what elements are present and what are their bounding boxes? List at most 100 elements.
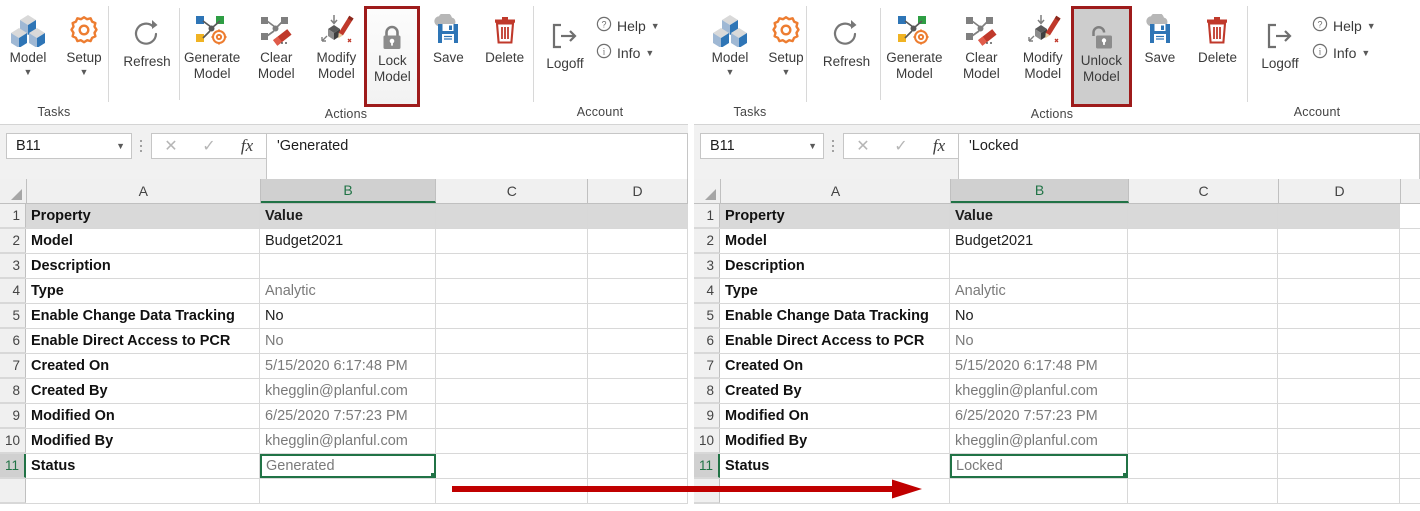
cell-blank-2[interactable] <box>436 479 588 503</box>
setup-button[interactable]: Setup ▼ <box>56 6 112 79</box>
cell-c3[interactable] <box>1128 254 1278 278</box>
chevron-down-icon[interactable]: ▼ <box>1361 48 1370 58</box>
generate-model-button[interactable]: Generate Model <box>881 6 948 84</box>
cell-b2[interactable]: Budget2021 <box>260 229 436 253</box>
setup-button[interactable]: Setup ▼ <box>758 6 814 79</box>
formula-input[interactable]: 'Generated <box>266 133 688 181</box>
refresh-button[interactable]: Refresh <box>115 6 179 72</box>
cell-d3[interactable] <box>588 254 688 278</box>
cell-blank-0[interactable] <box>720 479 950 503</box>
cell-a5[interactable]: Enable Change Data Tracking <box>720 304 950 328</box>
chevron-down-icon[interactable]: ▼ <box>1367 21 1376 31</box>
chevron-down-icon[interactable]: ▼ <box>726 67 735 77</box>
row-header-3[interactable]: 3 <box>694 254 720 278</box>
cell-a8[interactable]: Created By <box>26 379 260 403</box>
cell-c11[interactable] <box>1128 454 1278 478</box>
column-header-c[interactable]: C <box>1129 179 1279 203</box>
save-button[interactable]: Save <box>1132 6 1188 68</box>
row-header-9[interactable]: 9 <box>0 404 26 428</box>
cell-d5[interactable] <box>588 304 688 328</box>
cell-blank-1[interactable] <box>260 479 436 503</box>
select-all-corner[interactable] <box>0 179 27 203</box>
formula-bar-grip[interactable] <box>135 133 147 159</box>
row-header-5[interactable]: 5 <box>694 304 720 328</box>
name-box[interactable]: B11 ▼ <box>6 133 132 159</box>
cell-b6[interactable]: No <box>260 329 436 353</box>
cell-b7[interactable]: 5/15/2020 6:17:48 PM <box>260 354 436 378</box>
cell-d1[interactable] <box>1278 204 1400 228</box>
cell-b9[interactable]: 6/25/2020 7:57:23 PM <box>950 404 1128 428</box>
cell-c5[interactable] <box>436 304 588 328</box>
cell-a9[interactable]: Modified On <box>26 404 260 428</box>
row-header-10[interactable]: 10 <box>694 429 720 453</box>
modify-model-button[interactable]: Modify Model <box>1015 6 1071 84</box>
column-header-b[interactable]: B <box>951 179 1129 203</box>
cell-b9[interactable]: 6/25/2020 7:57:23 PM <box>260 404 436 428</box>
cell-b3[interactable] <box>950 254 1128 278</box>
cell-b3[interactable] <box>260 254 436 278</box>
column-header-a[interactable]: A <box>721 179 951 203</box>
cell-d2[interactable] <box>1278 229 1400 253</box>
cell-a10[interactable]: Modified By <box>720 429 950 453</box>
enter-icon[interactable]: ✓ <box>882 136 920 156</box>
cell-d11[interactable] <box>1278 454 1400 478</box>
chevron-down-icon[interactable]: ▼ <box>651 21 660 31</box>
name-box[interactable]: B11 ▼ <box>700 133 824 159</box>
cell-b10[interactable]: khegglin@planful.com <box>950 429 1128 453</box>
row-header-blank[interactable] <box>0 479 26 503</box>
cell-c11[interactable] <box>436 454 588 478</box>
cell-d4[interactable] <box>1278 279 1400 303</box>
cell-a4[interactable]: Type <box>26 279 260 303</box>
select-all-corner[interactable] <box>694 179 721 203</box>
cell-d7[interactable] <box>588 354 688 378</box>
cell-d6[interactable] <box>588 329 688 353</box>
row-header-10[interactable]: 10 <box>0 429 26 453</box>
cell-c8[interactable] <box>1128 379 1278 403</box>
modify-model-button[interactable]: Modify Model <box>308 6 364 84</box>
lock-model-button[interactable]: Lock Model <box>364 6 421 107</box>
chevron-down-icon[interactable]: ▼ <box>808 141 817 151</box>
cell-d9[interactable] <box>1278 404 1400 428</box>
row-header-8[interactable]: 8 <box>694 379 720 403</box>
row-header-9[interactable]: 9 <box>694 404 720 428</box>
cell-b8[interactable]: khegglin@planful.com <box>260 379 436 403</box>
generate-model-button[interactable]: Generate Model <box>180 6 244 84</box>
help-link[interactable]: ? Help ▼ <box>1312 16 1376 35</box>
info-link[interactable]: i Info ▼ <box>596 43 660 62</box>
cell-c10[interactable] <box>1128 429 1278 453</box>
selected-cell-b11[interactable]: Generated <box>260 454 436 478</box>
cell-c7[interactable] <box>436 354 588 378</box>
row-header-3[interactable]: 3 <box>0 254 26 278</box>
cell-c6[interactable] <box>436 329 588 353</box>
row-header-2[interactable]: 2 <box>694 229 720 253</box>
delete-button[interactable]: Delete <box>1188 6 1247 68</box>
chevron-down-icon[interactable]: ▼ <box>24 67 33 77</box>
cell-d11[interactable] <box>588 454 688 478</box>
cell-a6[interactable]: Enable Direct Access to PCR <box>720 329 950 353</box>
refresh-button[interactable]: Refresh <box>813 6 880 72</box>
cell-b4[interactable]: Analytic <box>950 279 1128 303</box>
cancel-icon[interactable]: ✕ <box>844 136 882 156</box>
clear-model-button[interactable]: Clear Model <box>948 6 1015 84</box>
info-link[interactable]: i Info ▼ <box>1312 43 1376 62</box>
cell-c3[interactable] <box>436 254 588 278</box>
column-header-c[interactable]: C <box>436 179 589 203</box>
clear-model-button[interactable]: Clear Model <box>244 6 308 84</box>
row-header-4[interactable]: 4 <box>0 279 26 303</box>
chevron-down-icon[interactable]: ▼ <box>80 67 89 77</box>
chevron-down-icon[interactable]: ▼ <box>645 48 654 58</box>
cell-b8[interactable]: khegglin@planful.com <box>950 379 1128 403</box>
cell-a7[interactable]: Created On <box>26 354 260 378</box>
column-header-d[interactable]: D <box>1279 179 1401 203</box>
cell-c4[interactable] <box>1128 279 1278 303</box>
row-header-8[interactable]: 8 <box>0 379 26 403</box>
cell-a1[interactable]: Property <box>26 204 260 228</box>
cell-a2[interactable]: Model <box>720 229 950 253</box>
model-button[interactable]: Model ▼ <box>702 6 758 79</box>
save-button[interactable]: Save <box>420 6 476 68</box>
cell-d3[interactable] <box>1278 254 1400 278</box>
cell-a8[interactable]: Created By <box>720 379 950 403</box>
cell-d10[interactable] <box>1278 429 1400 453</box>
cell-c8[interactable] <box>436 379 588 403</box>
cell-a11[interactable]: Status <box>26 454 260 478</box>
